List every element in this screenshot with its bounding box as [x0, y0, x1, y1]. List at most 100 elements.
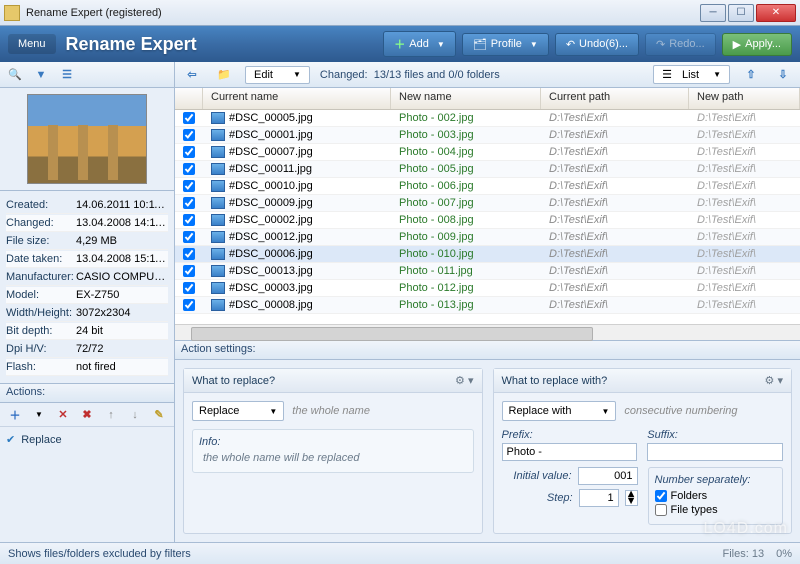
step-label: Step:	[503, 492, 573, 504]
current-path: D:\Test\Exif\	[541, 231, 689, 243]
edit-dropdown[interactable]: Edit ▼	[245, 66, 310, 84]
table-row[interactable]: #DSC_00010.jpg Photo - 006.jpg D:\Test\E…	[175, 178, 800, 195]
replace-with-dropdown[interactable]: Replace with ▼	[502, 401, 617, 421]
suffix-input[interactable]	[647, 443, 783, 461]
current-name: #DSC_00007.jpg	[229, 146, 313, 158]
table-row[interactable]: #DSC_00007.jpg Photo - 004.jpg D:\Test\E…	[175, 144, 800, 161]
close-button[interactable]: ✕	[756, 4, 796, 22]
minimize-button[interactable]: ─	[700, 4, 726, 22]
apply-button[interactable]: ▶ Apply...	[722, 33, 792, 56]
row-checkbox[interactable]	[183, 163, 195, 175]
new-name: Photo - 010.jpg	[391, 248, 541, 260]
col-checkbox[interactable]	[175, 88, 203, 109]
file-icon	[211, 248, 225, 260]
what-to-replace-panel: What to replace? ⚙ ▾ Replace ▼ the whole…	[183, 368, 483, 534]
table-row[interactable]: #DSC_00005.jpg Photo - 002.jpg D:\Test\E…	[175, 110, 800, 127]
file-icon	[211, 180, 225, 192]
col-new-name[interactable]: New name	[391, 88, 541, 109]
row-checkbox[interactable]	[183, 146, 195, 158]
new-path: D:\Test\Exif\	[689, 282, 800, 294]
table-row[interactable]: #DSC_00001.jpg Photo - 003.jpg D:\Test\E…	[175, 127, 800, 144]
move-down-button[interactable]: ↓	[124, 405, 146, 425]
app-name: Rename Expert	[66, 34, 378, 55]
row-checkbox[interactable]	[183, 180, 195, 192]
initial-value-input[interactable]	[578, 467, 638, 485]
row-checkbox[interactable]	[183, 265, 195, 277]
row-checkbox[interactable]	[183, 197, 195, 209]
edit-action-button[interactable]: ✎	[148, 405, 170, 425]
table-row[interactable]: #DSC_00002.jpg Photo - 008.jpg D:\Test\E…	[175, 212, 800, 229]
chevron-down-icon: ▼	[269, 407, 277, 416]
collapse-up-button[interactable]: ⇧	[740, 65, 762, 85]
table-row[interactable]: #DSC_00008.jpg Photo - 013.jpg D:\Test\E…	[175, 297, 800, 314]
meta-value: CASIO COMPUT...	[76, 271, 168, 283]
gear-icon[interactable]: ⚙ ▾	[455, 374, 473, 387]
remove-action-button[interactable]: ✕	[52, 405, 74, 425]
new-name: Photo - 002.jpg	[391, 112, 541, 124]
gear-icon[interactable]: ⚙ ▾	[765, 374, 783, 387]
step-down[interactable]: ▼	[626, 498, 637, 505]
col-current-name[interactable]: Current name	[203, 88, 391, 109]
action-item[interactable]: ✔ Replace	[4, 431, 170, 448]
undo-button[interactable]: ↶ Undo(6)...	[555, 33, 639, 56]
new-path: D:\Test\Exif\	[689, 129, 800, 141]
file-icon	[211, 265, 225, 277]
maximize-button[interactable]: ☐	[728, 4, 754, 22]
file-icon	[211, 197, 225, 209]
new-path: D:\Test\Exif\	[689, 231, 800, 243]
row-checkbox[interactable]	[183, 231, 195, 243]
table-row[interactable]: #DSC_00011.jpg Photo - 005.jpg D:\Test\E…	[175, 161, 800, 178]
menu-button[interactable]: Menu	[8, 34, 56, 54]
collapse-down-button[interactable]: ⇩	[772, 65, 794, 85]
clear-action-button[interactable]: ✖	[76, 405, 98, 425]
row-checkbox[interactable]	[183, 129, 195, 141]
redo-icon: ↷	[656, 38, 665, 51]
col-new-path[interactable]: New path	[689, 88, 800, 109]
list-header: Current name New name Current path New p…	[175, 88, 800, 110]
table-row[interactable]: #DSC_00006.jpg Photo - 010.jpg D:\Test\E…	[175, 246, 800, 263]
new-name: Photo - 007.jpg	[391, 197, 541, 209]
actions-toolbar: ＋ ▼ ✕ ✖ ↑ ↓ ✎	[0, 403, 174, 427]
replace-mode-dropdown[interactable]: Replace ▼	[192, 401, 284, 421]
table-row[interactable]: #DSC_00013.jpg Photo - 011.jpg D:\Test\E…	[175, 263, 800, 280]
file-icon	[211, 299, 225, 311]
folders-checkbox-row[interactable]: Folders	[655, 490, 777, 502]
app-icon	[4, 5, 20, 21]
filetypes-checkbox-row[interactable]: File types	[655, 504, 777, 516]
prefix-input[interactable]	[502, 443, 638, 461]
folder-icon[interactable]: 📁	[213, 65, 235, 85]
initial-value-label: Initial value:	[502, 470, 572, 482]
zoom-tab[interactable]: 🔍	[4, 65, 26, 85]
meta-value: 13.04.2008 14:11:32	[76, 217, 168, 229]
list-tab[interactable]: ☰	[56, 65, 78, 85]
step-input[interactable]	[579, 489, 619, 507]
dropdown-action-button[interactable]: ▼	[28, 405, 50, 425]
chevron-down-icon: ▼	[713, 70, 721, 79]
horizontal-scrollbar[interactable]	[175, 324, 800, 340]
redo-button[interactable]: ↷ Redo...	[645, 33, 716, 56]
filetypes-checkbox[interactable]	[655, 504, 667, 516]
table-row[interactable]: #DSC_00012.jpg Photo - 009.jpg D:\Test\E…	[175, 229, 800, 246]
move-up-button[interactable]: ↑	[100, 405, 122, 425]
add-button[interactable]: ＋ Add▼	[383, 31, 456, 57]
table-row[interactable]: #DSC_00009.jpg Photo - 007.jpg D:\Test\E…	[175, 195, 800, 212]
row-checkbox[interactable]	[183, 248, 195, 260]
col-current-path[interactable]: Current path	[541, 88, 689, 109]
row-checkbox[interactable]	[183, 112, 195, 124]
folders-checkbox[interactable]	[655, 490, 667, 502]
chevron-down-icon: ▼	[601, 407, 609, 416]
file-list[interactable]: #DSC_00005.jpg Photo - 002.jpg D:\Test\E…	[175, 110, 800, 324]
row-checkbox[interactable]	[183, 299, 195, 311]
table-row[interactable]: #DSC_00003.jpg Photo - 012.jpg D:\Test\E…	[175, 280, 800, 297]
new-path: D:\Test\Exif\	[689, 265, 800, 277]
row-checkbox[interactable]	[183, 214, 195, 226]
right-pane: ⇦ 📁 Edit ▼ Changed: 13/13 files and 0/0 …	[175, 62, 800, 542]
view-dropdown[interactable]: ☰ List ▼	[653, 65, 730, 84]
filter-tab[interactable]: ▼	[30, 65, 52, 85]
number-separately-group: Number separately: Folders File types	[648, 467, 784, 525]
nav-back-button[interactable]: ⇦	[181, 65, 203, 85]
current-name: #DSC_00003.jpg	[229, 282, 313, 294]
profile-button[interactable]: 🗂 Profile▼	[462, 33, 549, 56]
row-checkbox[interactable]	[183, 282, 195, 294]
add-action-button[interactable]: ＋	[4, 405, 26, 425]
